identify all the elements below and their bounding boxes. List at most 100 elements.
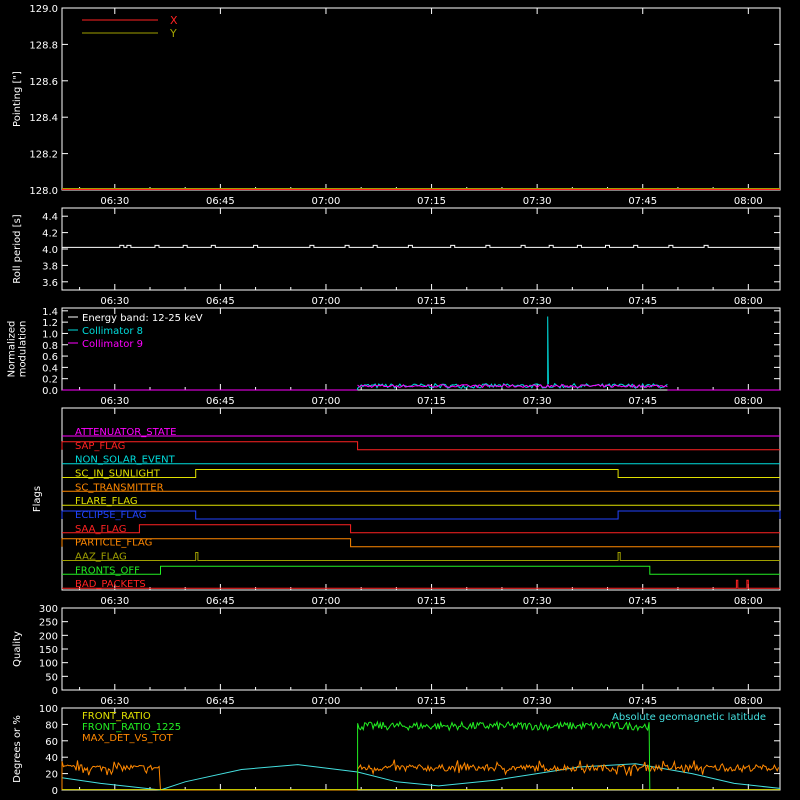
pointing-y-tick-label: 128.2 [29, 150, 58, 161]
modulation-x-tick-label: 07:30 [523, 396, 552, 407]
flag-line-sc-in-sunlight [62, 469, 780, 478]
ratio-y-tick-label: 40 [45, 753, 58, 764]
ratio-legend-right: Absolute geomagnetic latitude [612, 712, 766, 723]
flags-x-tick-label: 07:30 [523, 596, 552, 607]
flags-x-tick-label: 07:00 [312, 596, 341, 607]
pointing-x-tick-label: 07:00 [312, 196, 341, 207]
quality-y-tick-label: 200 [39, 631, 58, 642]
modulation-legend-label: Collimator 8 [82, 326, 143, 337]
flag-label: PARTICLE_FLAG [75, 538, 152, 549]
modulation-y-tick-label: 0.6 [42, 352, 58, 363]
modulation-x-tick-label: 07:45 [628, 396, 657, 407]
modulation-y-tick-label: 0.0 [42, 386, 58, 397]
roll-panel: 06:30 06:45 07:00 07:15 07:30 07:45 08:00 3.6 3.… [12, 207, 781, 307]
flag-line-aaz-flag [62, 552, 780, 561]
ratio-y-tick-label: 80 [45, 720, 58, 731]
ratio-y-tick-label: 0 [52, 786, 58, 797]
pointing-legend-label: X [170, 14, 178, 27]
roll-series [62, 244, 780, 248]
quality-y-tick-label: 0 [52, 686, 58, 697]
flags-x-tick-label: 06:30 [100, 596, 129, 607]
flags-x-tick-label: 07:45 [628, 596, 657, 607]
quality-frame [61, 607, 781, 691]
roll-y-tick-label: 4.0 [42, 245, 58, 256]
figure: 06:30 06:45 07:00 07:15 07:30 07:45 08:00 128.0… [7, 4, 781, 797]
quality-y-tick-label: 150 [39, 645, 58, 656]
pointing-y-tick-label: 128.4 [29, 113, 58, 124]
flags-x-tick-label: 06:45 [206, 596, 235, 607]
ratio-y-tick-label: 100 [39, 704, 58, 715]
ratio-y-label: Degrees or % [12, 715, 23, 783]
modulation-x-tick-label: 07:15 [417, 396, 446, 407]
roll-x-tick-label: 08:00 [734, 296, 763, 307]
flag-line-bad-packets [62, 579, 780, 589]
flag-line-particle-flag [61, 538, 780, 548]
pointing-x-tick-label: 08:00 [734, 196, 763, 207]
modulation-x-tick-label: 07:00 [312, 396, 341, 407]
pointing-x-tick-label: 06:45 [206, 196, 235, 207]
quality-x-tick-label: 06:45 [206, 696, 235, 707]
roll-frame [61, 207, 781, 291]
ratio-y-tick-label: 60 [45, 737, 58, 748]
quality-x-tick-label: 07:45 [628, 696, 657, 707]
flags-x-tick-label: 08:00 [734, 596, 763, 607]
flags-y-label: Flags [32, 486, 43, 512]
max-det-vs-tot-line [357, 759, 780, 790]
ratio-y-tick-label: 20 [45, 770, 58, 781]
roll-x-tick-label: 07:30 [523, 296, 552, 307]
modulation-y-tick-label: 1.0 [42, 329, 58, 340]
pointing-x-tick-label: 07:45 [628, 196, 657, 207]
roll-x-tick-label: 07:00 [312, 296, 341, 307]
ratio-legend-label: FRONT_RATIO_1225 [82, 722, 181, 733]
flag-line-saa-flag [62, 524, 780, 534]
quality-x-tick-label: 07:30 [523, 696, 552, 707]
modulation-y-tick-label: 0.4 [42, 363, 58, 374]
modulation-legend-label: Collimator 9 [82, 339, 143, 350]
modulation-y-tick-label: 1.2 [42, 318, 58, 329]
roll-y-tick-label: 4.2 [42, 229, 58, 240]
pointing-x-tick-label: 07:30 [523, 196, 552, 207]
roll-y-tick-label: 3.8 [42, 261, 58, 272]
quality-y-label: Quality [12, 631, 23, 667]
pointing-legend-label: Y [169, 27, 177, 40]
roll-y-tick-label: 3.6 [42, 278, 58, 289]
pointing-panel: 06:30 06:45 07:00 07:15 07:30 07:45 08:00 128.0… [12, 4, 781, 207]
flags-x-tick-label: 07:15 [417, 596, 446, 607]
ratio-legend-label: FRONT_RATIO [82, 711, 151, 722]
roll-y-tick-label: 4.4 [42, 212, 58, 223]
roll-x-tick-label: 07:45 [628, 296, 657, 307]
modulation-x-tick-label: 06:45 [206, 396, 235, 407]
quality-panel: 06:30 06:45 07:00 07:15 07:30 07:45 08:00 0 50 10… [12, 604, 781, 707]
quality-x-tick-label: 08:00 [734, 696, 763, 707]
modulation-y-label: Normalized [7, 321, 18, 378]
quality-x-tick-label: 06:30 [100, 696, 129, 707]
quality-y-tick-label: 50 [45, 672, 58, 683]
pointing-x-tick-label: 06:30 [100, 196, 129, 207]
pointing-x-tick-label: 07:15 [417, 196, 446, 207]
flags-panel: 06:30 06:45 07:00 07:15 07:30 07:45 08:00 Flags… [32, 407, 781, 607]
modulation-y-tick-label: 0.8 [42, 341, 58, 352]
modulation-legend-label: Energy band: 12-25 keV [82, 313, 203, 324]
quality-x-tick-label: 07:15 [417, 696, 446, 707]
flag-line-sap-flag [61, 441, 780, 451]
modulation-panel: 06:30 06:45 07:00 07:15 07:30 07:45 08:000.00.… [7, 307, 781, 407]
quality-y-tick-label: 300 [39, 604, 58, 615]
modulation-y-label: modulation [18, 321, 29, 378]
flag-line-fronts-off [62, 565, 780, 575]
flag-label: SAP_FLAG [75, 441, 125, 452]
roll-x-tick-label: 06:30 [100, 296, 129, 307]
modulation-y-tick-label: 0.2 [42, 375, 58, 386]
ratio-legend-label: MAX_DET_VS_TOT [82, 733, 174, 744]
pointing-y-tick-label: 128.6 [29, 77, 58, 88]
pointing-y-tick-label: 129.0 [29, 4, 58, 15]
pointing-y-tick-label: 128.8 [29, 40, 58, 51]
quality-y-tick-label: 250 [39, 618, 58, 629]
pointing-y-label: Pointing ["] [12, 71, 23, 127]
collimator-8-spike [547, 316, 549, 385]
flag-line-eclipse-flag [61, 510, 781, 520]
quality-x-tick-label: 07:00 [312, 696, 341, 707]
quality-y-tick-label: 100 [39, 659, 58, 670]
modulation-x-tick-label: 08:00 [734, 396, 763, 407]
roll-x-tick-label: 07:15 [417, 296, 446, 307]
front-ratio-1225-line [357, 720, 651, 791]
